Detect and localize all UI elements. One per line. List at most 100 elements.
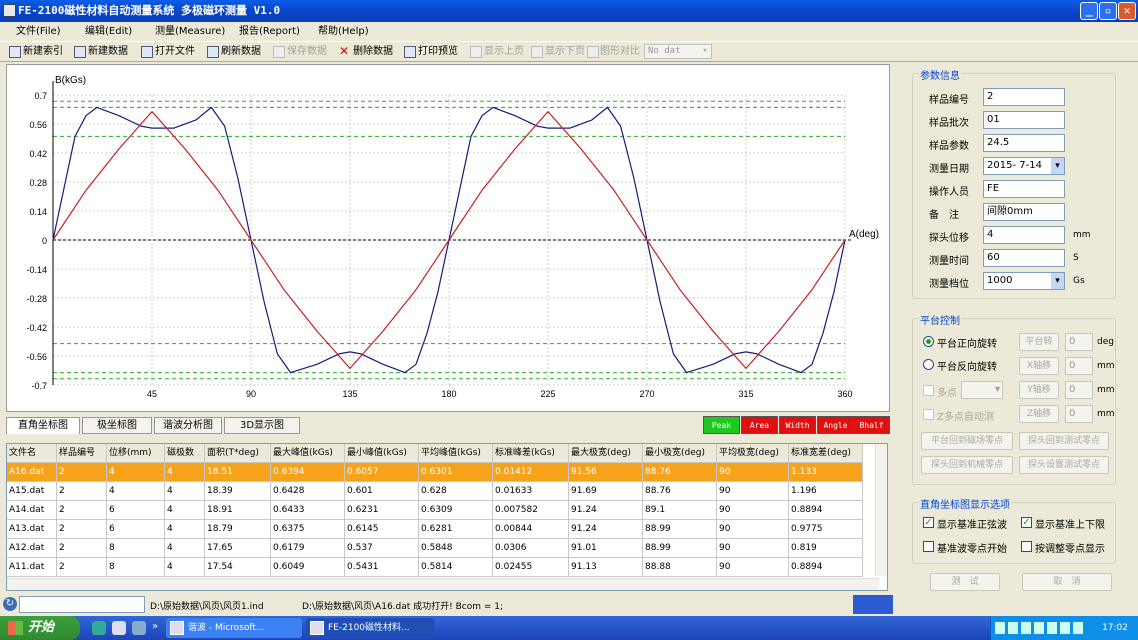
window-title: FE-2100磁性材料自动测量系统 多极磁环测量 V1.0 xyxy=(18,4,281,17)
mode-width-button[interactable]: Width xyxy=(779,416,816,434)
compare-select[interactable]: No dat ▾ xyxy=(644,44,712,59)
quicklaunch-icon[interactable] xyxy=(132,621,146,635)
save-data-button[interactable]: 保存数据 xyxy=(272,44,327,60)
mode-peak-button[interactable]: Peak xyxy=(703,416,740,434)
column-header[interactable]: 最大极宽(deg) xyxy=(569,444,643,463)
column-header[interactable]: 最大峰值(kGs) xyxy=(271,444,345,463)
tab-cartesian[interactable]: 直角坐标图 xyxy=(6,417,80,434)
table-row[interactable]: A12.dat 2 8 4 17.65 0.6179 0.537 0.5848 0.0306 91… xyxy=(7,539,879,558)
table-horizontal-scrollbar[interactable] xyxy=(7,578,879,590)
menu-report[interactable]: 报告(Report) xyxy=(239,22,300,41)
param-input[interactable]: 2 xyxy=(983,88,1065,106)
column-header[interactable]: 面积(T*deg) xyxy=(205,444,271,463)
param-input[interactable]: FE xyxy=(983,180,1065,198)
y-tick-label: -0.7 xyxy=(31,381,47,391)
platform-rotate-button[interactable]: 平台转 xyxy=(1019,333,1059,351)
menu-edit[interactable]: 编辑(Edit) xyxy=(85,22,132,41)
multi-point-checkbox[interactable] xyxy=(923,385,934,396)
param-input[interactable]: 2015- 7-14 ▾ xyxy=(983,157,1065,175)
mode-angle-button[interactable]: Angle xyxy=(817,416,854,434)
status-input[interactable] xyxy=(19,596,145,613)
start-button[interactable]: 开始 xyxy=(0,616,80,640)
column-header[interactable]: 最小峰值(kGs) xyxy=(345,444,419,463)
print-preview-button[interactable]: 打印预览 xyxy=(403,44,458,60)
quicklaunch-icon[interactable] xyxy=(112,621,126,635)
param-input[interactable]: 间隙0mm xyxy=(983,203,1065,221)
adjusted-zero-checkbox[interactable] xyxy=(1021,541,1032,552)
y-axis-unit: mm xyxy=(1097,385,1115,395)
delete-data-button[interactable]: ✕ 删除数据 xyxy=(338,44,393,60)
param-label: 测量档位 xyxy=(929,279,969,290)
refresh-data-button[interactable]: 刷新数据 xyxy=(206,44,261,60)
param-input[interactable]: 24.5 xyxy=(983,134,1065,152)
table-row[interactable]: A11.dat 2 8 4 17.54 0.6049 0.5431 0.5814 0.02455… xyxy=(7,558,879,577)
quicklaunch-icon[interactable] xyxy=(92,621,106,635)
menu-help[interactable]: 帮助(Help) xyxy=(318,22,369,41)
table-row[interactable]: A13.dat 2 6 4 18.79 0.6375 0.6145 0.6281 0.00844… xyxy=(7,520,879,539)
param-input[interactable]: 4 xyxy=(983,226,1065,244)
minimize-button[interactable]: _ xyxy=(1080,2,1098,20)
multi-point-select[interactable]: ▾ xyxy=(961,381,1003,399)
column-header[interactable]: 标准宽差(deg) xyxy=(789,444,863,463)
radio-forward-rotate[interactable] xyxy=(923,336,934,347)
tab-polar[interactable]: 极坐标图 xyxy=(82,417,152,434)
new-index-button[interactable]: 新建索引 xyxy=(8,44,63,60)
param-input[interactable]: 01 xyxy=(983,111,1065,129)
table-cell: 0.5814 xyxy=(419,558,493,577)
auto-measure-checkbox[interactable] xyxy=(923,409,934,420)
chevron-right-icon[interactable]: » xyxy=(152,621,158,632)
next-page-button[interactable]: 显示下页 xyxy=(530,44,585,60)
table-row[interactable]: A16.dat 2 4 4 18.51 0.6394 0.6057 0.6301 0.01412… xyxy=(7,463,879,482)
open-file-button[interactable]: 打开文件 xyxy=(140,44,195,60)
prev-page-button[interactable]: 显示上页 xyxy=(469,44,524,60)
z-axis-input[interactable]: 0 xyxy=(1065,405,1093,423)
tab-3d[interactable]: 3D显示图 xyxy=(224,417,300,434)
new-data-button[interactable]: 新建数据 xyxy=(73,44,128,60)
column-header[interactable]: 平均峰值(kGs) xyxy=(419,444,493,463)
mode-area-button[interactable]: Area xyxy=(741,416,778,434)
table-cell: 0.0306 xyxy=(493,539,569,558)
close-button[interactable]: ✕ xyxy=(1118,2,1136,20)
taskbar-fe2100-item[interactable]: FE-2100磁性材料... xyxy=(306,618,434,638)
taskbar-word-item[interactable]: 谐波 - Microsoft... xyxy=(166,618,302,638)
z-axis-move-button[interactable]: Z轴移 xyxy=(1019,405,1059,423)
mode-bhalf-button[interactable]: Bhalf xyxy=(853,416,890,434)
prev-page-icon xyxy=(470,46,482,58)
column-header[interactable]: 最小极宽(deg) xyxy=(643,444,717,463)
menu-measure[interactable]: 测量(Measure) xyxy=(155,22,225,41)
keyboard-icon[interactable] xyxy=(853,595,893,614)
column-header[interactable]: 样品编号 xyxy=(57,444,107,463)
radio-reverse-rotate[interactable] xyxy=(923,359,934,370)
y-axis-move-button[interactable]: Y轴移 xyxy=(1019,381,1059,399)
column-header[interactable]: 标准峰差(kGs) xyxy=(493,444,569,463)
show-base-limits-checkbox[interactable]: ✓ xyxy=(1021,517,1032,528)
probe-mech-zero-button[interactable]: 探头回到机械零点 xyxy=(921,456,1013,474)
base-zero-start-checkbox[interactable] xyxy=(923,541,934,552)
column-header[interactable]: 平均极宽(deg) xyxy=(717,444,789,463)
menu-file[interactable]: 文件(File) xyxy=(16,22,61,41)
probe-test-zero-button[interactable]: 探头回到测试零点 xyxy=(1019,432,1109,450)
tray-icons[interactable] xyxy=(995,622,1083,634)
table-header-row[interactable]: 文件名 样品编号 位移(mm) 磁极数 面积(T*deg) 最大峰值(kGs) 最小峰值(k… xyxy=(7,444,879,463)
column-header[interactable]: 位移(mm) xyxy=(107,444,165,463)
y-axis-input[interactable]: 0 xyxy=(1065,381,1093,399)
column-header[interactable]: 文件名 xyxy=(7,444,57,463)
table-row[interactable]: A14.dat 2 6 4 18.91 0.6433 0.6231 0.6309 0.00758… xyxy=(7,501,879,520)
show-base-sine-checkbox[interactable]: ✓ xyxy=(923,517,934,528)
column-header[interactable]: 磁极数 xyxy=(165,444,205,463)
x-axis-input[interactable]: 0 xyxy=(1065,357,1093,375)
param-input[interactable]: 60 xyxy=(983,249,1065,267)
table-cell: 0.6301 xyxy=(419,463,493,482)
param-input[interactable]: 1000 ▾ xyxy=(983,272,1065,290)
test-button[interactable]: 测 试 xyxy=(930,573,1000,591)
table-row[interactable]: A15.dat 2 4 4 18.39 0.6428 0.601 0.628 0.01633 91… xyxy=(7,482,879,501)
platform-rotate-input[interactable]: 0 xyxy=(1065,333,1093,351)
probe-set-zero-button[interactable]: 探头设置测试零点 xyxy=(1019,456,1109,474)
maximize-button[interactable]: ▫ xyxy=(1099,2,1117,20)
table-vertical-scrollbar[interactable] xyxy=(875,444,887,576)
tab-harmonic[interactable]: 谐波分析图 xyxy=(154,417,222,434)
x-axis-move-button[interactable]: X轴移 xyxy=(1019,357,1059,375)
param-value: 24.5 xyxy=(987,137,1010,148)
reset-field-zero-button[interactable]: 平台回到磁场零点 xyxy=(921,432,1013,450)
cancel-button[interactable]: 取 消 xyxy=(1022,573,1112,591)
